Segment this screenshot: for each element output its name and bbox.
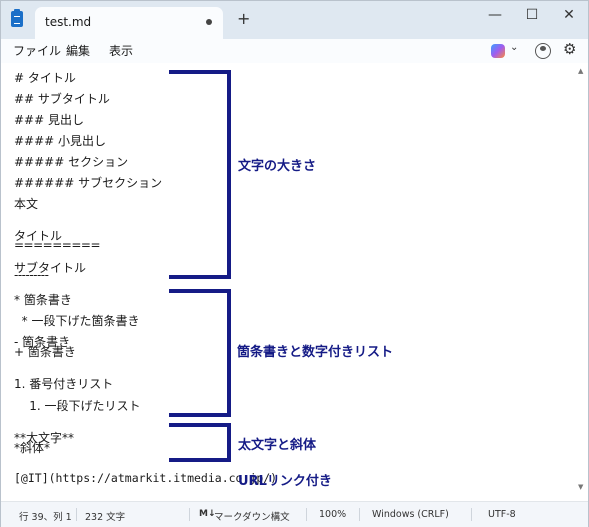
editor-line: * 箇条書き (14, 293, 72, 307)
annotation-emphasis: 太文字と斜体 (238, 438, 317, 453)
editor-line: ###### サブセクション (14, 176, 163, 190)
status-divider (359, 508, 360, 521)
menu-view[interactable]: 表示 (109, 42, 133, 59)
tab-title: test.md (45, 15, 92, 29)
vertical-scrollbar[interactable]: ▲ ▼ (578, 67, 584, 491)
editor-line: * 一段下げた箇条書き (14, 314, 140, 328)
text-editor[interactable]: # タイトル ## サブタイトル ### 見出し #### 小見出し #####… (1, 63, 588, 498)
status-divider (189, 508, 190, 521)
status-divider (76, 508, 77, 521)
new-tab-button[interactable]: + (237, 10, 250, 28)
editor-line: 1. 番号付きリスト (14, 377, 114, 391)
editor-line: --------- (14, 268, 49, 282)
bracket-lists (169, 289, 231, 417)
notepad-window: test.md + — ☐ ✕ ファイル 編集 表示 ⌄ ⚙ # タイトル ##… (0, 0, 589, 527)
annotation-headings: 文字の大きさ (238, 159, 317, 174)
copilot-icon[interactable] (491, 44, 505, 58)
status-divider (306, 508, 307, 521)
editor-line: #### 小見出し (14, 134, 107, 148)
editor-line: 本文 (14, 197, 39, 211)
editor-line: 1. 一段下げたリスト (14, 399, 141, 413)
annotation-link: URLリンク付き (238, 474, 332, 489)
maximize-button[interactable]: ☐ (514, 4, 550, 26)
editor-line: + 箇条書き (14, 345, 76, 359)
encoding: UTF-8 (488, 509, 516, 520)
editor-line: # タイトル (14, 71, 76, 85)
tab-test-md[interactable]: test.md (35, 7, 223, 39)
status-bar: 行 39、列 1 232 文字 M↓ マークダウン構文 100% Windows… (1, 501, 588, 527)
close-button[interactable]: ✕ (551, 4, 587, 26)
chevron-down-icon[interactable]: ⌄ (510, 42, 518, 53)
character-count: 232 文字 (85, 512, 126, 523)
bracket-headings (169, 70, 231, 279)
menu-file[interactable]: ファイル (13, 42, 61, 59)
gear-icon[interactable]: ⚙ (563, 40, 576, 58)
cursor-position: 行 39、列 1 (19, 512, 72, 523)
editor-line: *斜体* (14, 441, 51, 455)
account-icon[interactable] (535, 43, 551, 59)
bracket-emphasis (169, 423, 231, 462)
line-ending: Windows (CRLF) (372, 509, 449, 520)
zoom-level: 100% (319, 509, 347, 520)
title-bar: test.md + — ☐ ✕ (1, 1, 588, 39)
editor-line: ### 見出し (14, 113, 84, 127)
unsaved-dot-icon[interactable] (206, 19, 212, 25)
editor-line: ========= (14, 238, 101, 252)
menu-bar: ファイル 編集 表示 ⌄ ⚙ (1, 39, 588, 63)
status-divider (471, 508, 472, 521)
menu-edit[interactable]: 編集 (66, 42, 90, 59)
scroll-down-icon[interactable]: ▼ (578, 483, 583, 491)
notepad-app-icon (11, 9, 23, 27)
minimize-button[interactable]: — (477, 4, 513, 26)
annotation-lists: 箇条書きと数字付きリスト (237, 345, 394, 360)
scroll-up-icon[interactable]: ▲ (578, 67, 583, 75)
editor-line: ##### セクション (14, 155, 129, 169)
markdown-syntax-toggle[interactable]: マークダウン構文 (214, 509, 290, 523)
editor-line: ## サブタイトル (14, 92, 110, 106)
